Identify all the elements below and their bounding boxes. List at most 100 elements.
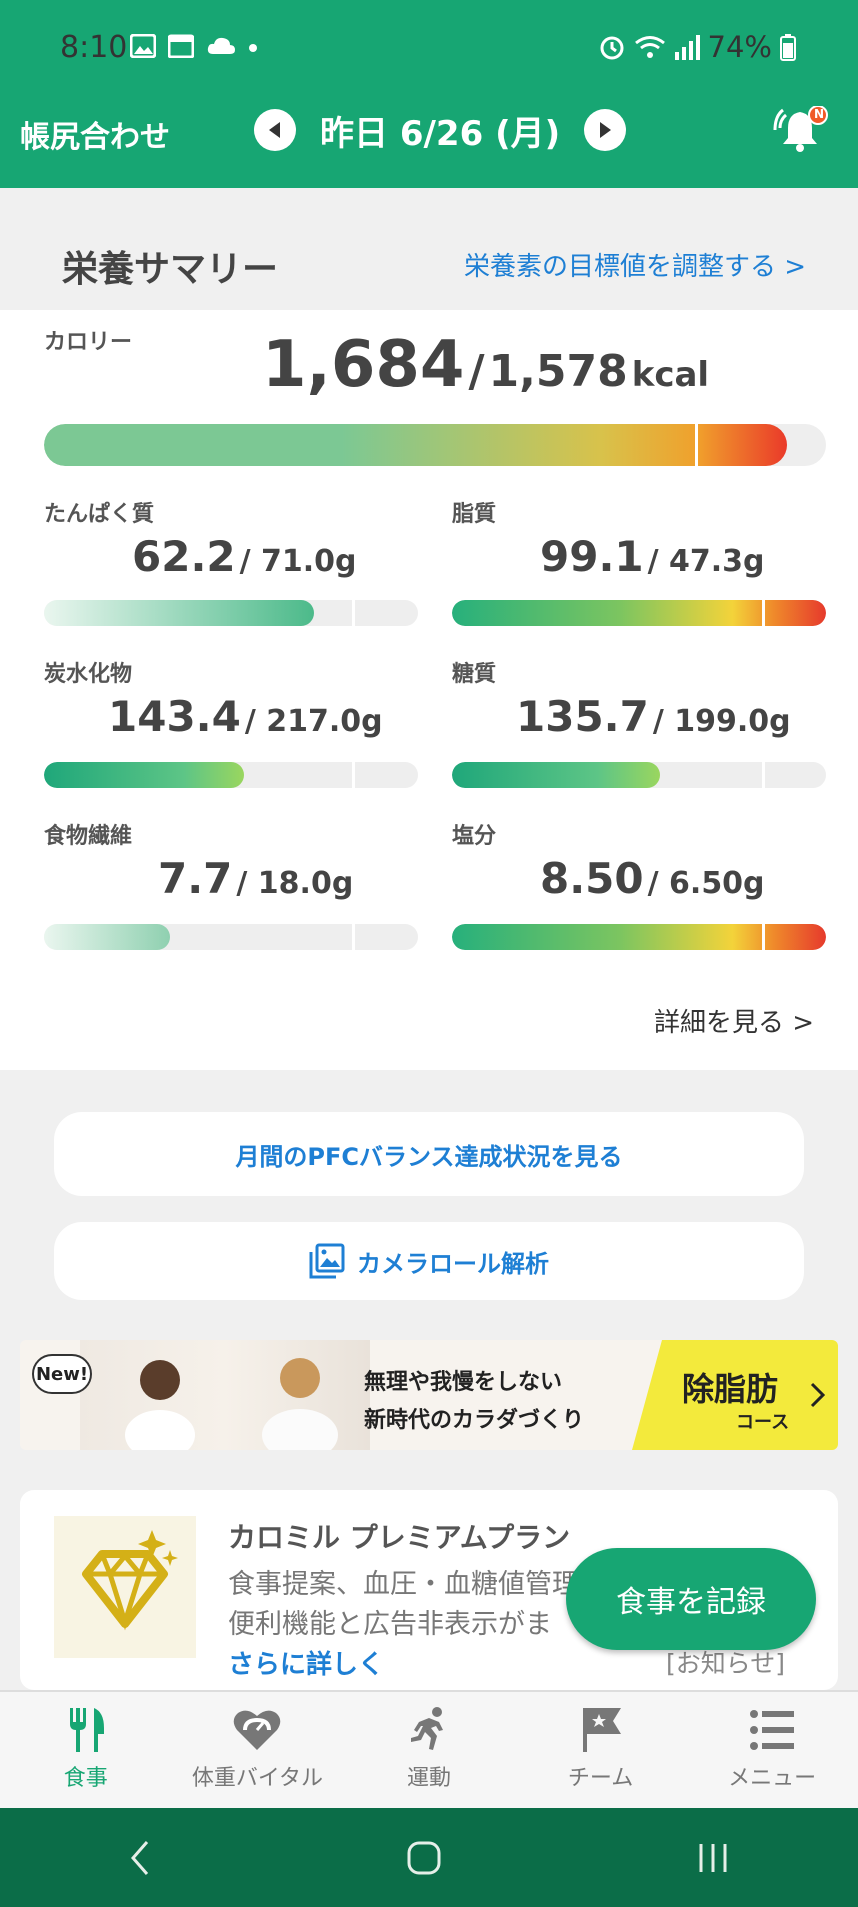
tab-exercise[interactable]: 運動 <box>343 1692 515 1808</box>
tab-label: チーム <box>567 1766 634 1791</box>
calorie-slash: / <box>468 346 485 397</box>
tab-label: 運動 <box>406 1766 451 1791</box>
status-left-icons <box>130 34 258 58</box>
see-details-link[interactable]: 詳細を見る > <box>654 1002 814 1039</box>
nutrient-goal-tick <box>762 762 765 788</box>
nutrient-goal-tick <box>352 924 355 950</box>
premium-line1: 食事提案、血圧・血糖値管理 <box>228 1569 579 1600</box>
nutrient-label: 脂質 <box>452 502 497 527</box>
promo-banner[interactable]: New! 無理や我慢をしない 新時代のカラダづくり 除脂肪 コース <box>20 1340 838 1450</box>
diamond-icon <box>82 1530 178 1631</box>
triangle-left-icon <box>269 122 280 138</box>
nutrient-goal-tick <box>762 924 765 950</box>
calorie-progress-fill <box>44 424 787 466</box>
next-date-button[interactable] <box>584 109 627 151</box>
home-icon[interactable] <box>404 1838 444 1878</box>
nutrient-value: 8.50/ 6.50g <box>540 854 765 903</box>
tab-team[interactable]: チーム <box>515 1692 687 1808</box>
nutrient-progress-bar <box>452 924 826 950</box>
new-badge: New! <box>32 1354 92 1394</box>
summary-title: 栄養サマリー <box>62 249 279 290</box>
tab-meal[interactable]: 食事 <box>0 1692 172 1808</box>
adjust-targets-link[interactable]: 栄養素の目標値を調整する > <box>464 246 806 283</box>
nutrient-label: 糖質 <box>452 662 497 687</box>
nutrient-label: 塩分 <box>452 824 497 849</box>
nutrient-progress-fill <box>452 924 826 950</box>
dot-icon <box>249 44 257 52</box>
battery-percent: 74% <box>707 30 772 64</box>
notification-badge: N <box>814 107 825 121</box>
nutrient-progress-fill <box>452 600 826 626</box>
premium-more-link[interactable]: さらに詳しく <box>228 1644 384 1681</box>
calorie-label: カロリー <box>44 330 133 355</box>
calorie-goal: 1,578 <box>488 346 628 397</box>
alarm-icon <box>600 36 624 60</box>
calorie-progress-bar <box>44 424 826 466</box>
nutrient-label: 炭水化物 <box>44 662 133 687</box>
triangle-right-icon <box>600 122 612 138</box>
nutrient-value: 7.7/ 18.0g <box>158 854 353 903</box>
date-navigator: 昨日 6/26 (月) <box>254 106 627 154</box>
calendar-icon <box>168 34 194 58</box>
gallery-icon <box>309 1243 345 1279</box>
status-right: 74% <box>598 30 796 64</box>
nutrient-goal: / 199.0g <box>652 704 791 739</box>
nutrient-value: 135.7/ 199.0g <box>516 692 791 741</box>
nutrient-goal: / 71.0g <box>239 544 357 579</box>
people-illustration <box>125 1358 338 1450</box>
calorie-goal-tick <box>695 424 698 466</box>
heart-gauge-icon <box>234 1710 281 1750</box>
premium-line2: 便利機能と広告非表示がま <box>228 1609 552 1640</box>
calorie-current: 1,684 <box>262 328 465 402</box>
nutrient-current: 143.4 <box>108 692 241 741</box>
nutrient-current: 99.1 <box>540 532 644 581</box>
banner-badge-sub: コース <box>736 1412 790 1433</box>
nutrient-goal-tick <box>352 600 355 626</box>
nutrient-current: 7.7 <box>158 854 233 903</box>
tab-menu[interactable]: メニュー <box>686 1692 858 1808</box>
nutrient-progress-bar <box>452 600 826 626</box>
flag-icon <box>582 1708 621 1752</box>
current-date: 昨日 6/26 (月) <box>320 113 561 154</box>
record-meal-label: 食事を記録 <box>616 1585 766 1620</box>
page-title: 帳尻合わせ <box>20 120 170 155</box>
nutrient-label: たんぱく質 <box>44 502 155 527</box>
nutrient-goal-tick <box>352 762 355 788</box>
cloud-icon <box>207 37 235 54</box>
nutrient-goal: / 47.3g <box>647 544 765 579</box>
fork-knife-icon <box>69 1708 104 1752</box>
system-nav-bar <box>0 1808 858 1907</box>
runner-icon <box>410 1707 443 1750</box>
premium-icon-box <box>54 1516 196 1658</box>
back-icon[interactable] <box>125 1838 155 1878</box>
nutrient-progress-bar <box>44 762 418 788</box>
prev-date-button[interactable] <box>254 109 296 151</box>
pfc-balance-label: 月間のPFCバランス達成状況を見る <box>235 1142 623 1171</box>
tab-label: メニュー <box>728 1766 817 1791</box>
pfc-balance-button[interactable]: 月間のPFCバランス達成状況を見る <box>54 1112 804 1196</box>
nutrient-progress-fill <box>44 762 244 788</box>
tab-label: 食事 <box>63 1766 108 1791</box>
premium-title: カロミル プレミアムプラン <box>228 1521 571 1554</box>
nutrient-goal: / 217.0g <box>244 704 383 739</box>
nutrient-value: 62.2/ 71.0g <box>132 532 357 581</box>
banner-badge-main: 除脂肪 <box>682 1370 779 1408</box>
nutrient-current: 8.50 <box>540 854 644 903</box>
nutrient-value: 99.1/ 47.3g <box>540 532 765 581</box>
nutrient-goal-tick <box>762 600 765 626</box>
recents-icon[interactable] <box>693 1838 733 1878</box>
camera-roll-label: カメラロール解析 <box>357 1249 549 1278</box>
battery-icon <box>780 34 796 61</box>
tab-weight-vital[interactable]: 体重バイタル <box>172 1692 344 1808</box>
nutrient-value: 143.4/ 217.0g <box>108 692 383 741</box>
nutrient-goal: / 6.50g <box>647 866 765 901</box>
notification-button[interactable]: N <box>772 105 828 156</box>
banner-line1: 無理や我慢をしない <box>364 1370 563 1395</box>
camera-roll-button[interactable]: カメラロール解析 <box>54 1222 804 1300</box>
wifi-icon <box>634 36 665 58</box>
nutrient-progress-fill <box>44 924 170 950</box>
nutrient-progress-bar <box>44 600 418 626</box>
record-meal-button[interactable]: 食事を記録 <box>566 1548 816 1650</box>
nutrient-current: 135.7 <box>516 692 649 741</box>
calorie-value: 1,684 / 1,578 kcal <box>262 328 709 402</box>
